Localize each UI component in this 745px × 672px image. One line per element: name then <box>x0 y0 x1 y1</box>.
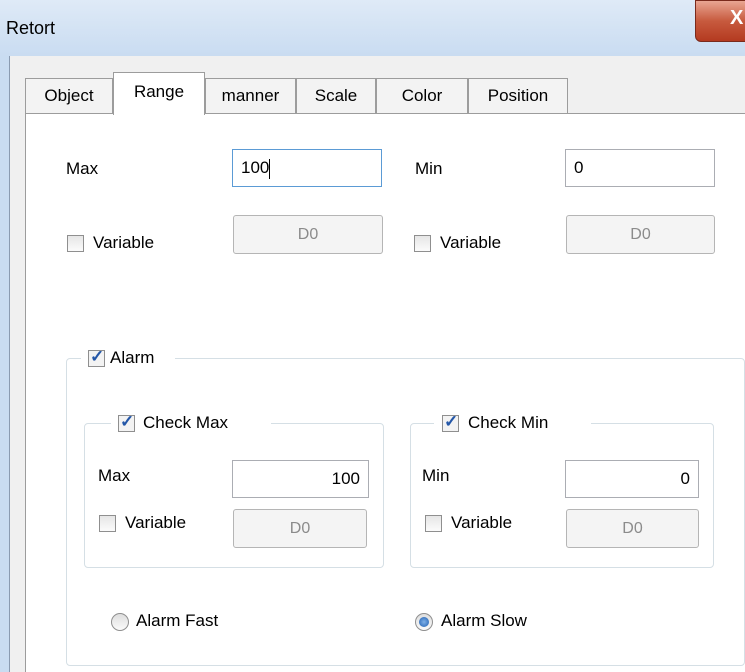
window-frame <box>0 56 9 672</box>
alarm-max-input[interactable]: 100 <box>232 460 369 498</box>
max-variable-label: Variable <box>93 233 155 252</box>
alarm-min-variable-label: Variable <box>451 513 513 532</box>
alarm-slow-label: Alarm Slow <box>441 611 527 630</box>
alarm-fast-label: Alarm Fast <box>136 611 219 630</box>
tab-object[interactable]: Object <box>25 78 113 114</box>
tab-position[interactable]: Position <box>468 78 568 114</box>
checkmark-icon: ✓ <box>120 412 135 431</box>
alarm-max-variable-checkbox[interactable] <box>99 515 116 532</box>
alarm-min-label: Min <box>422 466 450 485</box>
window-title: Retort <box>6 18 56 38</box>
alarm-legend: ✓ Alarm <box>81 347 175 372</box>
tab-color[interactable]: Color <box>376 78 468 114</box>
text-caret <box>269 158 271 179</box>
tab-scale[interactable]: Scale <box>296 78 376 114</box>
alarm-slow-radio[interactable] <box>415 613 433 631</box>
close-icon: X <box>730 7 744 29</box>
tab-manner[interactable]: manner <box>205 78 296 114</box>
max-input-value: 100 <box>241 158 270 177</box>
alarm-label: Alarm <box>110 348 155 367</box>
max-variable-button[interactable]: D0 <box>233 215 383 254</box>
alarm-fast-radio[interactable] <box>111 613 129 631</box>
title-bar: Retort X <box>0 0 745 56</box>
max-input[interactable]: 100 <box>232 149 382 187</box>
check-max-label: Check Max <box>143 413 229 432</box>
max-label: Max <box>66 159 99 178</box>
alarm-min-variable-button[interactable]: D0 <box>566 509 699 548</box>
min-input[interactable]: 0 <box>565 149 715 187</box>
tab-range[interactable]: Range <box>113 72 205 115</box>
alarm-checkbox[interactable]: ✓ <box>88 347 105 367</box>
alarm-min-variable-checkbox[interactable] <box>425 515 442 532</box>
check-min-legend: ✓ Check Min <box>434 412 591 437</box>
min-variable-label: Variable <box>440 233 502 252</box>
check-max-legend: ✓ Check Max <box>111 412 271 437</box>
check-min-checkbox[interactable]: ✓ <box>442 412 459 432</box>
alarm-max-variable-button[interactable]: D0 <box>233 509 367 548</box>
checkmark-icon: ✓ <box>444 412 459 431</box>
check-min-label: Check Min <box>468 413 549 432</box>
check-max-checkbox[interactable]: ✓ <box>118 412 135 432</box>
close-button[interactable]: X <box>695 0 745 42</box>
alarm-max-label: Max <box>98 466 131 485</box>
checkmark-icon: ✓ <box>90 347 105 366</box>
alarm-min-input[interactable]: 0 <box>565 460 699 498</box>
alarm-max-variable-label: Variable <box>125 513 187 532</box>
min-variable-button[interactable]: D0 <box>566 215 715 254</box>
max-variable-checkbox[interactable] <box>67 235 84 252</box>
min-label: Min <box>415 159 443 178</box>
min-variable-checkbox[interactable] <box>414 235 431 252</box>
